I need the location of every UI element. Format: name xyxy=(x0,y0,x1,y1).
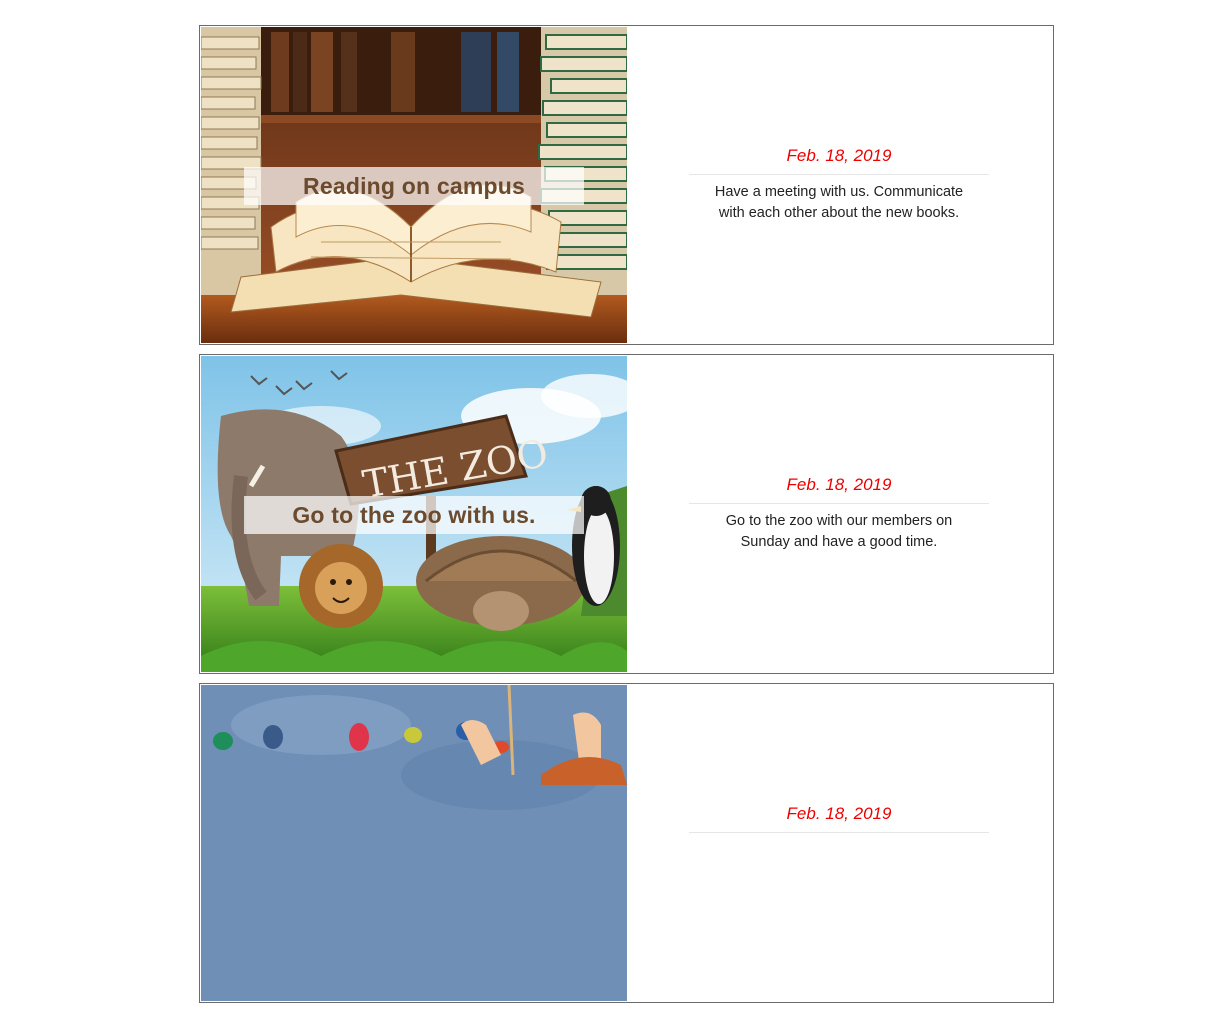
event-description: Go to the zoo with our members on Sunday… xyxy=(725,513,953,550)
event-card[interactable]: Reading on campus Feb. 18, 2019 Have a m… xyxy=(199,25,1054,345)
event-card[interactable]: Feb. 18, 2019 xyxy=(199,683,1054,1003)
event-info: Feb. 18, 2019 xyxy=(627,684,1053,1002)
event-photo-climbing[interactable] xyxy=(201,685,627,1001)
event-caption: Go to the zoo with us. xyxy=(244,496,584,534)
events-feed: Reading on campus Feb. 18, 2019 Have a m… xyxy=(199,25,1054,1012)
event-photo-books[interactable]: Reading on campus xyxy=(201,27,627,343)
event-date: Feb. 18, 2019 xyxy=(689,475,989,504)
event-description: Have a meeting with us. Communicate with… xyxy=(714,184,964,221)
event-caption: Reading on campus xyxy=(244,167,584,205)
event-info: Feb. 18, 2019 Have a meeting with us. Co… xyxy=(627,26,1053,344)
event-info: Feb. 18, 2019 Go to the zoo with our mem… xyxy=(627,355,1053,673)
event-date: Feb. 18, 2019 xyxy=(689,146,989,175)
event-date: Feb. 18, 2019 xyxy=(689,804,989,833)
event-photo-zoo[interactable]: THE ZOO Go to the zoo with us. xyxy=(201,356,627,672)
climbing-wall-photo xyxy=(201,685,627,1001)
event-card[interactable]: THE ZOO Go to the zoo with us. Feb. 18, … xyxy=(199,354,1054,674)
